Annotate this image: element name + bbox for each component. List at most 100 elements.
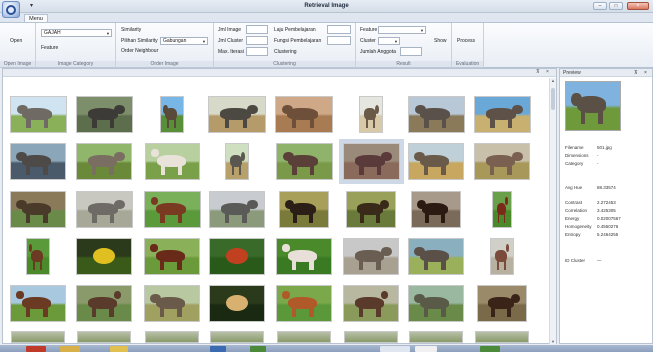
image-thumbnail[interactable] [209,285,265,322]
image-thumbnail[interactable] [344,331,398,343]
taskbar-item[interactable] [415,346,437,352]
image-thumbnail[interactable] [144,238,200,275]
image-thumbnail[interactable] [144,191,201,228]
image-thumbnail[interactable] [408,238,464,275]
image-thumbnail[interactable] [208,96,266,133]
pilihan-similarity-combo[interactable]: Gabungan ▼ [160,37,208,45]
image-thumbnail[interactable] [411,191,461,228]
taskbar-item[interactable] [480,346,500,352]
image-thumbnail[interactable] [209,238,265,275]
horse-leg [40,260,42,270]
image-thumbnail[interactable] [26,238,50,275]
elephant-leg [598,110,603,125]
image-thumbnail[interactable] [144,285,200,322]
image-thumbnail[interactable] [10,285,66,322]
image-thumbnail[interactable] [474,96,531,133]
taskbar-item[interactable] [26,346,46,352]
pin-icon[interactable]: ⊼ [634,69,638,77]
image-thumbnail[interactable] [408,143,464,180]
image-thumbnail[interactable] [225,143,249,180]
image-thumbnail[interactable] [477,285,527,322]
preview-row: Homogeneity 0.4550276 [565,224,618,229]
horse-leg [359,307,364,317]
image-thumbnail[interactable] [408,285,464,322]
group-caption: Open Image [0,61,35,68]
image-thumbnail[interactable] [275,96,333,133]
image-thumbnail[interactable] [490,238,514,275]
max-iterasi-input[interactable] [246,47,268,56]
image-thumbnail[interactable] [276,285,332,322]
minimize-button[interactable]: – [593,2,607,10]
image-thumbnail[interactable] [343,285,399,322]
category-combo[interactable]: GAJAH ▼ [41,29,112,37]
jml-cluster-input[interactable] [246,36,268,45]
chevron-down-icon: ▼ [202,39,206,44]
horse-leg [177,165,183,175]
taskbar-item[interactable] [60,346,80,352]
close-button[interactable]: × [627,2,649,10]
preview-row-value: 3.425305 [597,208,616,213]
image-thumbnail[interactable] [145,331,199,343]
jml-image-label: Jml Image [218,27,242,33]
show-button[interactable]: Show [434,38,447,44]
image-thumbnail[interactable] [276,238,332,275]
taskbar-item[interactable] [110,346,128,352]
image-thumbnail[interactable] [409,331,463,343]
pilihan-similarity-value: Gabungan [163,38,187,44]
image-thumbnail[interactable] [474,143,530,180]
scroll-thumb[interactable] [551,88,555,110]
preview-row: Filename 501.jpg [565,145,612,150]
image-thumbnail[interactable] [277,331,331,343]
image-thumbnail[interactable] [10,191,66,228]
image-thumbnail[interactable] [77,331,131,343]
result-feature-combo[interactable]: ▼ [378,26,426,34]
jml-image-input[interactable] [246,25,268,34]
laju-pembelajaran-input[interactable] [327,25,351,34]
cluster-combo[interactable]: ▼ [378,37,400,45]
image-thumbnail[interactable] [11,331,65,343]
scroll-down-icon[interactable]: ▼ [551,339,555,344]
application-menu-button[interactable] [2,1,20,18]
open-button[interactable]: Open [10,38,22,44]
image-thumbnail[interactable] [10,143,66,180]
fungsi-pembelajaran-input[interactable] [327,36,351,45]
gallery-scrollbar[interactable]: ▲ ▼ [549,78,556,344]
taskbar-item[interactable] [380,346,410,352]
jumlah-anggota-input[interactable] [400,47,422,56]
image-thumbnail[interactable] [76,191,133,228]
image-thumbnail[interactable] [76,285,132,322]
image-thumbnail[interactable] [210,331,264,343]
image-thumbnail[interactable] [343,238,399,275]
image-thumbnail[interactable] [279,191,329,228]
process-button[interactable]: Process [457,38,475,44]
image-thumbnail[interactable] [76,143,132,180]
image-thumbnail[interactable] [76,96,133,133]
image-thumbnail[interactable] [76,238,132,275]
jumlah-anggota-label: Jumlah Anggota [360,49,396,55]
image-thumbnail[interactable] [160,96,184,133]
image-thumbnail[interactable] [339,139,404,184]
image-thumbnail[interactable] [408,96,465,133]
preview-row: Dimensions - [565,153,599,158]
taskbar-item[interactable] [210,346,226,352]
order-neighbour-label: Order Neighbour [121,48,159,54]
image-thumbnail[interactable] [276,143,333,180]
maximize-button[interactable]: □ [609,2,623,10]
image-thumbnail[interactable] [10,96,67,133]
image-thumbnail[interactable] [346,191,396,228]
fungsi-pembelajaran-label: Fungsi Pembelajaran [274,38,322,44]
horse-head [150,243,158,252]
image-thumbnail[interactable] [359,96,383,133]
scroll-up-icon[interactable]: ▲ [551,78,555,83]
image-thumbnail[interactable] [145,143,200,180]
image-thumbnail[interactable] [492,191,512,228]
taskbar-item[interactable] [250,346,266,352]
clustering-button[interactable]: Clustering [274,49,297,55]
result-feature-label: Feature [360,27,378,33]
chevron-down-icon: ▼ [106,31,110,36]
group-caption: Order Image [116,61,213,68]
close-icon[interactable]: × [644,69,647,77]
preview-row: Avg Hue 88.33574 [565,185,616,190]
image-thumbnail[interactable] [209,191,265,228]
image-thumbnail[interactable] [475,331,529,343]
